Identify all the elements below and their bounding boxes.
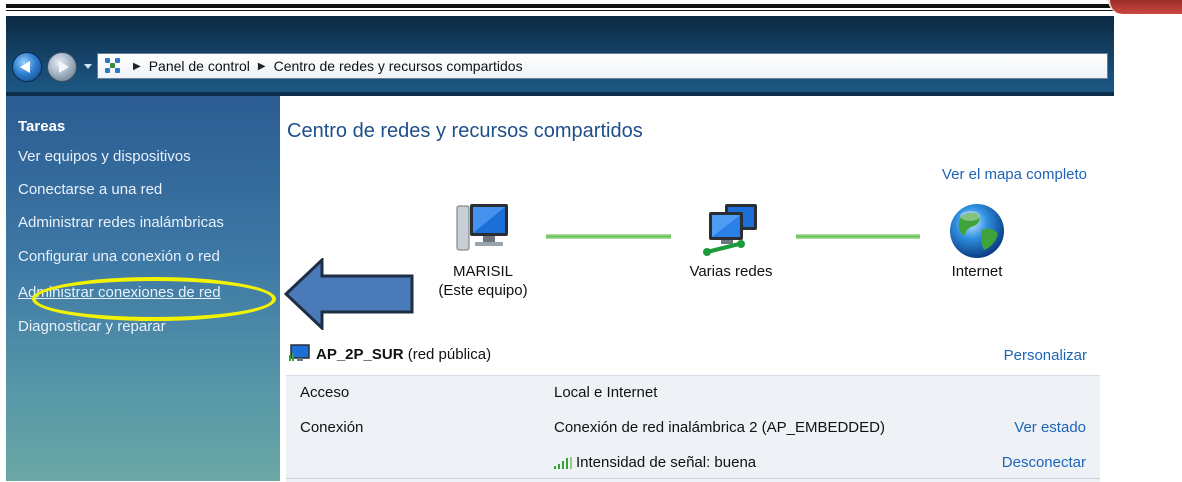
breadcrumb-item-network-center[interactable]: Centro de redes y recursos compartidos	[274, 58, 523, 74]
node-internet-name: Internet	[951, 263, 1003, 280]
node-networks-name: Varias redes	[689, 263, 773, 280]
row-label-connection: Conexión	[300, 419, 364, 436]
sidebar-item-setup-connection[interactable]: Configurar una conexión o red	[18, 248, 220, 265]
pointer-arrow-icon	[284, 258, 414, 330]
wireless-network-icon	[289, 344, 310, 361]
signal-strength-icon	[554, 457, 574, 470]
connector-line	[796, 234, 920, 239]
back-button[interactable]	[12, 52, 42, 82]
multiple-networks-icon	[703, 204, 757, 256]
node-multiple-networks[interactable]: Varias redes	[685, 200, 777, 281]
page-top-rule	[0, 0, 1182, 14]
row-value-connection[interactable]: Conexión de red inalámbrica 2 (AP_EMBEDD…	[554, 419, 885, 436]
network-header: AP_2P_SUR (red pública)	[316, 346, 491, 363]
details-bottom-border	[286, 478, 1100, 479]
recent-pages-dropdown-icon[interactable]	[84, 64, 92, 69]
network-center-icon	[105, 58, 123, 74]
signal-strength-text: Intensidad de señal: buena	[576, 454, 757, 471]
top-right-corner-decoration	[1108, 0, 1182, 14]
view-full-map-link[interactable]: Ver el mapa completo	[942, 166, 1087, 183]
network-name: AP_2P_SUR	[316, 346, 404, 363]
sidebar-heading: Tareas	[18, 118, 66, 135]
sidebar-item-view-devices[interactable]: Ver equipos y dispositivos	[18, 148, 191, 165]
page-title: Centro de redes y recursos compartidos	[287, 120, 643, 142]
breadcrumb-item-panel[interactable]: Panel de control	[149, 58, 250, 74]
top-rule-thin-line	[6, 10, 1122, 11]
node-computer-subtitle: (Este equipo)	[438, 282, 528, 299]
row-value-access: Local e Internet	[554, 384, 658, 401]
sidebar-item-connect-network[interactable]: Conectarse a una red	[18, 181, 162, 198]
node-this-computer[interactable]: MARISIL (Este equipo)	[438, 200, 528, 300]
globe-icon	[950, 204, 1004, 258]
node-internet[interactable]: Internet	[942, 200, 1012, 281]
top-rule-thick-line	[6, 4, 1122, 8]
breadcrumb-chevron-icon[interactable]: ▶	[133, 61, 141, 72]
sidebar-item-manage-wireless[interactable]: Administrar redes inalámbricas	[18, 214, 224, 231]
view-status-link[interactable]: Ver estado	[1014, 419, 1086, 436]
connector-line	[546, 234, 671, 239]
highlight-ellipse	[32, 277, 276, 321]
disconnect-link[interactable]: Desconectar	[1002, 454, 1086, 471]
address-bar[interactable]: ▶ Panel de control ▶ Centro de redes y r…	[97, 53, 1108, 79]
network-details-panel: Acceso Local e Internet Conexión Conexió…	[286, 375, 1100, 482]
breadcrumb-chevron-icon[interactable]: ▶	[258, 61, 266, 72]
network-type: (red pública)	[407, 346, 492, 363]
node-computer-name: MARISIL	[452, 263, 513, 280]
customize-link[interactable]: Personalizar	[1004, 347, 1087, 364]
row-label-access: Acceso	[300, 384, 350, 401]
row-value-signal: Intensidad de señal: buena	[554, 454, 756, 471]
computer-icon	[456, 204, 508, 251]
forward-button[interactable]	[47, 52, 77, 82]
